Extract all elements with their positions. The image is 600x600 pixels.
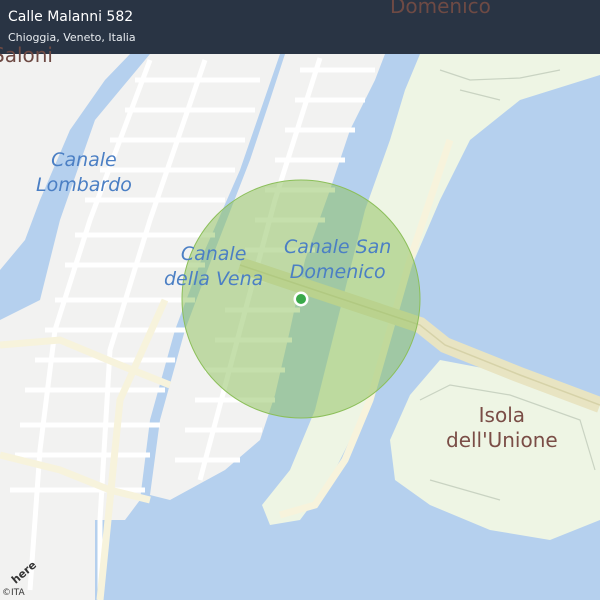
map-label-canale-lombardo: Canale Lombardo bbox=[36, 148, 132, 198]
label-line: dell'Unione bbox=[446, 428, 558, 452]
label-line: Canale San bbox=[284, 236, 392, 258]
address-header: Calle Malanni 582 Chioggia, Veneto, Ital… bbox=[0, 0, 600, 54]
map-label-canale-san-domenico: Canale San Domenico bbox=[284, 235, 391, 285]
map-label-isola-dell-unione: Isola dell'Unione bbox=[446, 403, 558, 453]
label-line: Isola bbox=[478, 403, 526, 427]
address-subtitle: Chioggia, Veneto, Italia bbox=[8, 31, 136, 44]
copyright-text: ©ITA bbox=[2, 588, 25, 598]
label-line: Lombardo bbox=[36, 174, 132, 196]
map-label-canale-della-vena: Canale della Vena bbox=[164, 242, 263, 292]
address-title: Calle Malanni 582 bbox=[8, 9, 134, 25]
location-marker-dot bbox=[296, 294, 306, 304]
label-line: Domenico bbox=[289, 261, 386, 283]
map-label-saloni: Saloni bbox=[0, 43, 53, 67]
map-canvas[interactable] bbox=[0, 0, 600, 600]
map-label-domenico: Domenico bbox=[390, 0, 491, 18]
label-line: della Vena bbox=[164, 268, 264, 290]
label-line: Canale bbox=[180, 243, 247, 265]
label-line: Canale bbox=[51, 149, 117, 171]
